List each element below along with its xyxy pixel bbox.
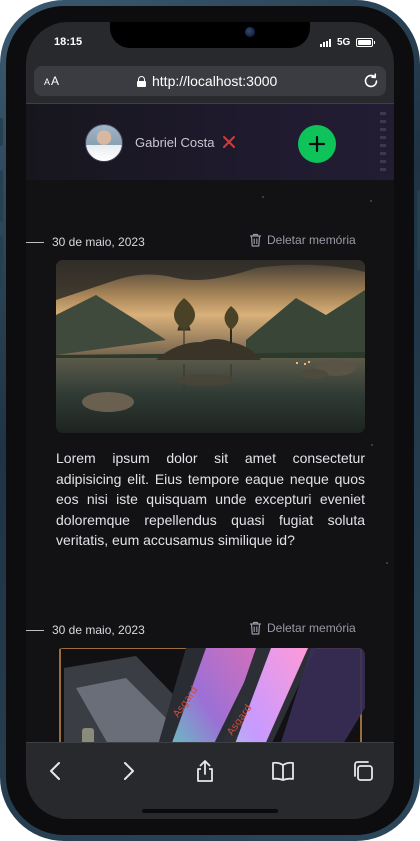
trash-icon (250, 233, 261, 247)
delete-memory-button[interactable]: Deletar memória (249, 621, 356, 635)
plus-icon (308, 135, 326, 153)
status-bar: 18:15 5G (26, 22, 394, 66)
decorative-stripes (380, 112, 386, 176)
chevron-right-icon[interactable] (116, 759, 140, 783)
background-star (386, 562, 388, 564)
background-star (262, 196, 264, 198)
lock-icon (137, 75, 146, 87)
delete-memory-label: Deletar memória (267, 621, 356, 635)
delete-memory-label: Deletar memória (267, 233, 356, 247)
network-type: 5G (337, 37, 351, 48)
home-indicator[interactable] (142, 809, 278, 813)
url-field[interactable]: AA http://localhost:3000 (34, 66, 386, 96)
text-size-button[interactable]: AA (44, 74, 60, 88)
memory-text: Lorem ipsum dolor sit amet consectetur a… (56, 450, 365, 549)
memory-image (56, 260, 365, 433)
delete-memory-button[interactable]: Deletar memória (249, 233, 356, 247)
notch (110, 22, 310, 48)
page-content: Gabriel Costa 30 de maio, 2023 Deletar m… (26, 104, 394, 742)
battery-icon (356, 38, 375, 47)
avatar[interactable] (85, 124, 123, 162)
reload-icon[interactable] (362, 72, 380, 90)
status-time: 18:15 (54, 36, 83, 48)
signal-icon (320, 39, 331, 47)
book-icon[interactable] (271, 759, 295, 783)
memory-date: 30 de maio, 2023 (52, 623, 145, 637)
timeline-line (26, 242, 44, 243)
browser-address-bar: AA http://localhost:3000 (26, 66, 394, 104)
background-star (370, 200, 372, 202)
memory-date: 30 de maio, 2023 (52, 235, 145, 249)
silent-switch (0, 118, 3, 146)
screen: 18:15 5G AA http://localhost:3000 Gabrie… (26, 22, 394, 819)
user-name: Gabriel Costa (135, 135, 215, 150)
front-camera (245, 27, 255, 37)
trash-icon (250, 621, 261, 635)
browser-toolbar (26, 742, 394, 819)
add-memory-button[interactable] (298, 125, 336, 163)
url-display[interactable]: http://localhost:3000 (137, 73, 277, 89)
page-header: Gabriel Costa (26, 104, 394, 180)
url-text: http://localhost:3000 (152, 73, 278, 89)
background-star (371, 444, 373, 446)
close-icon[interactable] (222, 135, 236, 149)
phone-frame: 18:15 5G AA http://localhost:3000 Gabrie… (0, 0, 420, 841)
volume-up-button (0, 170, 3, 222)
share-icon[interactable] (193, 759, 217, 783)
memory-image: Asgard Asgard (56, 648, 365, 742)
chevron-left-icon[interactable] (44, 759, 68, 783)
timeline-line (26, 630, 44, 631)
tabs-icon[interactable] (351, 759, 375, 783)
volume-down-button (0, 236, 3, 288)
